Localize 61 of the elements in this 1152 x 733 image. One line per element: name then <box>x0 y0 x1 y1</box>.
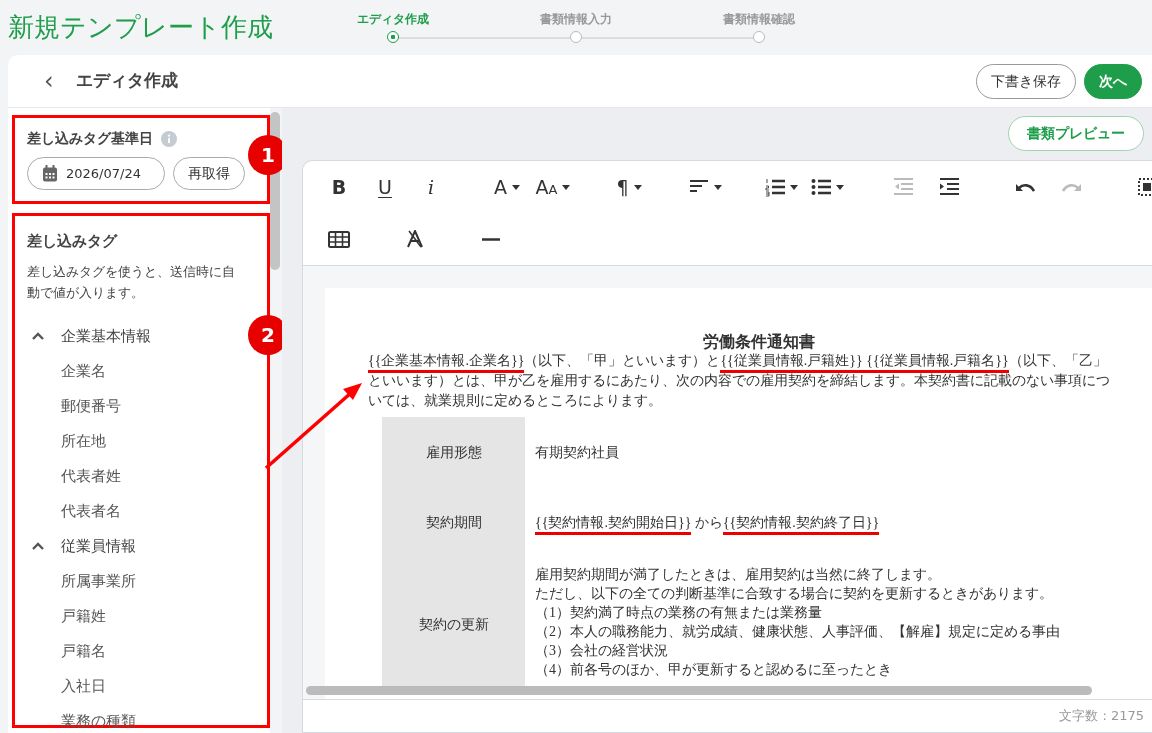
bold-button[interactable]: B <box>316 169 362 205</box>
caret-icon <box>713 184 722 190</box>
tree-item[interactable]: 所在地 <box>27 423 255 459</box>
panel-heading: 差し込みタグ <box>27 231 119 252</box>
annotation-badge: 1 <box>248 135 282 175</box>
caret-icon <box>562 184 571 190</box>
scrollbar-thumb[interactable] <box>306 686 1092 695</box>
redo-icon <box>1061 182 1081 192</box>
indent-icon <box>939 177 959 197</box>
caret-icon <box>835 184 844 190</box>
font-size-button[interactable]: AA <box>530 169 576 205</box>
document-title: 労働条件通知書 <box>702 332 816 352</box>
date-picker-button[interactable]: 2026/07/24 <box>27 157 165 190</box>
paragraph-button[interactable]: ¶ <box>606 169 652 205</box>
bullet-list-icon <box>810 177 831 197</box>
document-paragraph: {{企業基本情報.企業名}}（以下、「甲」といいます）と{{従業員情報.戸籍姓}} {{従業員情報.戸籍名}}（以下、「乙」といいます）とは、甲が乙を雇用するにあたり、次の内容での雇用契約を締結します。本契約書に記載のない事項については、就業規則に定めるところによります。 <box>368 352 1111 411</box>
italic-button[interactable]: i <box>408 169 454 205</box>
numbered-list-icon <box>764 177 785 197</box>
table-cell-line: （1）契約満了時点の業務の有無または業務量 <box>535 604 823 623</box>
table-header-cell: 契約期間 <box>382 487 525 558</box>
character-count: 文字数 : 2175 <box>1059 707 1144 726</box>
tree-group[interactable]: 企業基本情報 <box>27 318 151 354</box>
table-cell-line: 有期契約社員 <box>535 443 620 462</box>
undo-icon <box>1015 182 1035 192</box>
calendar-icon <box>42 165 58 182</box>
tree-item[interactable]: 代表者姓 <box>27 458 255 494</box>
tree-item[interactable]: 入社日 <box>27 668 255 704</box>
table-cell-line: （2）本人の職務能力、就労成績、健康状態、人事評価、【解雇】規定に定める事由 <box>535 623 1060 642</box>
tree-item[interactable]: 郵便番号 <box>27 388 255 424</box>
table-header-cell: 雇用形態 <box>382 417 525 488</box>
panel-description: 差し込みタグを使うと、送信時に自動で値が入ります。 <box>27 262 236 302</box>
back-button[interactable]: ‹ <box>36 69 62 93</box>
preview-button[interactable]: 書類プレビュー <box>1008 116 1144 151</box>
caret-icon <box>633 184 642 190</box>
caret-icon <box>789 184 798 190</box>
table-cell-line: （4）前各号のほか、甲が更新すると認めるに至ったとき <box>535 661 893 680</box>
refresh-button[interactable]: 再取得 <box>173 157 245 190</box>
table-cell-line: ただし、以下の全ての判断基準に合致する場合に契約を更新するときがあります。 <box>535 585 1054 604</box>
table-cell-line: {{契約情報.契約開始日}} から{{契約情報.契約終了日}} <box>535 512 1060 532</box>
clear-format-icon <box>406 230 424 248</box>
section-title: エディタ作成 <box>75 69 178 93</box>
tree-item[interactable]: 企業名 <box>27 353 255 389</box>
outdent-icon <box>893 177 913 197</box>
table-cell-line: （3）会社の経営状況 <box>535 642 669 661</box>
table-icon <box>328 229 350 249</box>
table-cell-line: 雇用契約期間が満了したときは、雇用契約は当然に終了します。 <box>535 566 942 585</box>
horizontal-line-icon <box>481 237 501 241</box>
tree-item[interactable]: 業務の種類 <box>27 703 255 733</box>
field-label: 差し込みタグ基準日 <box>27 129 153 148</box>
annotation-badge: 2 <box>248 315 282 355</box>
caret-icon <box>512 184 520 190</box>
underline-button[interactable]: U <box>362 169 408 205</box>
font-color-button[interactable]: A <box>484 169 530 205</box>
tree-item[interactable]: 戸籍姓 <box>27 598 255 634</box>
tree-group[interactable]: 従業員情報 <box>27 528 136 564</box>
tree-item[interactable]: 戸籍名 <box>27 633 255 669</box>
save-draft-button[interactable]: 下書き保存 <box>976 63 1076 99</box>
info-icon <box>161 130 177 147</box>
page-title: 新規テンプレート作成 <box>7 11 274 44</box>
tree-item[interactable]: 所属事業所 <box>27 563 255 599</box>
tree-item[interactable]: 代表者名 <box>27 493 255 529</box>
